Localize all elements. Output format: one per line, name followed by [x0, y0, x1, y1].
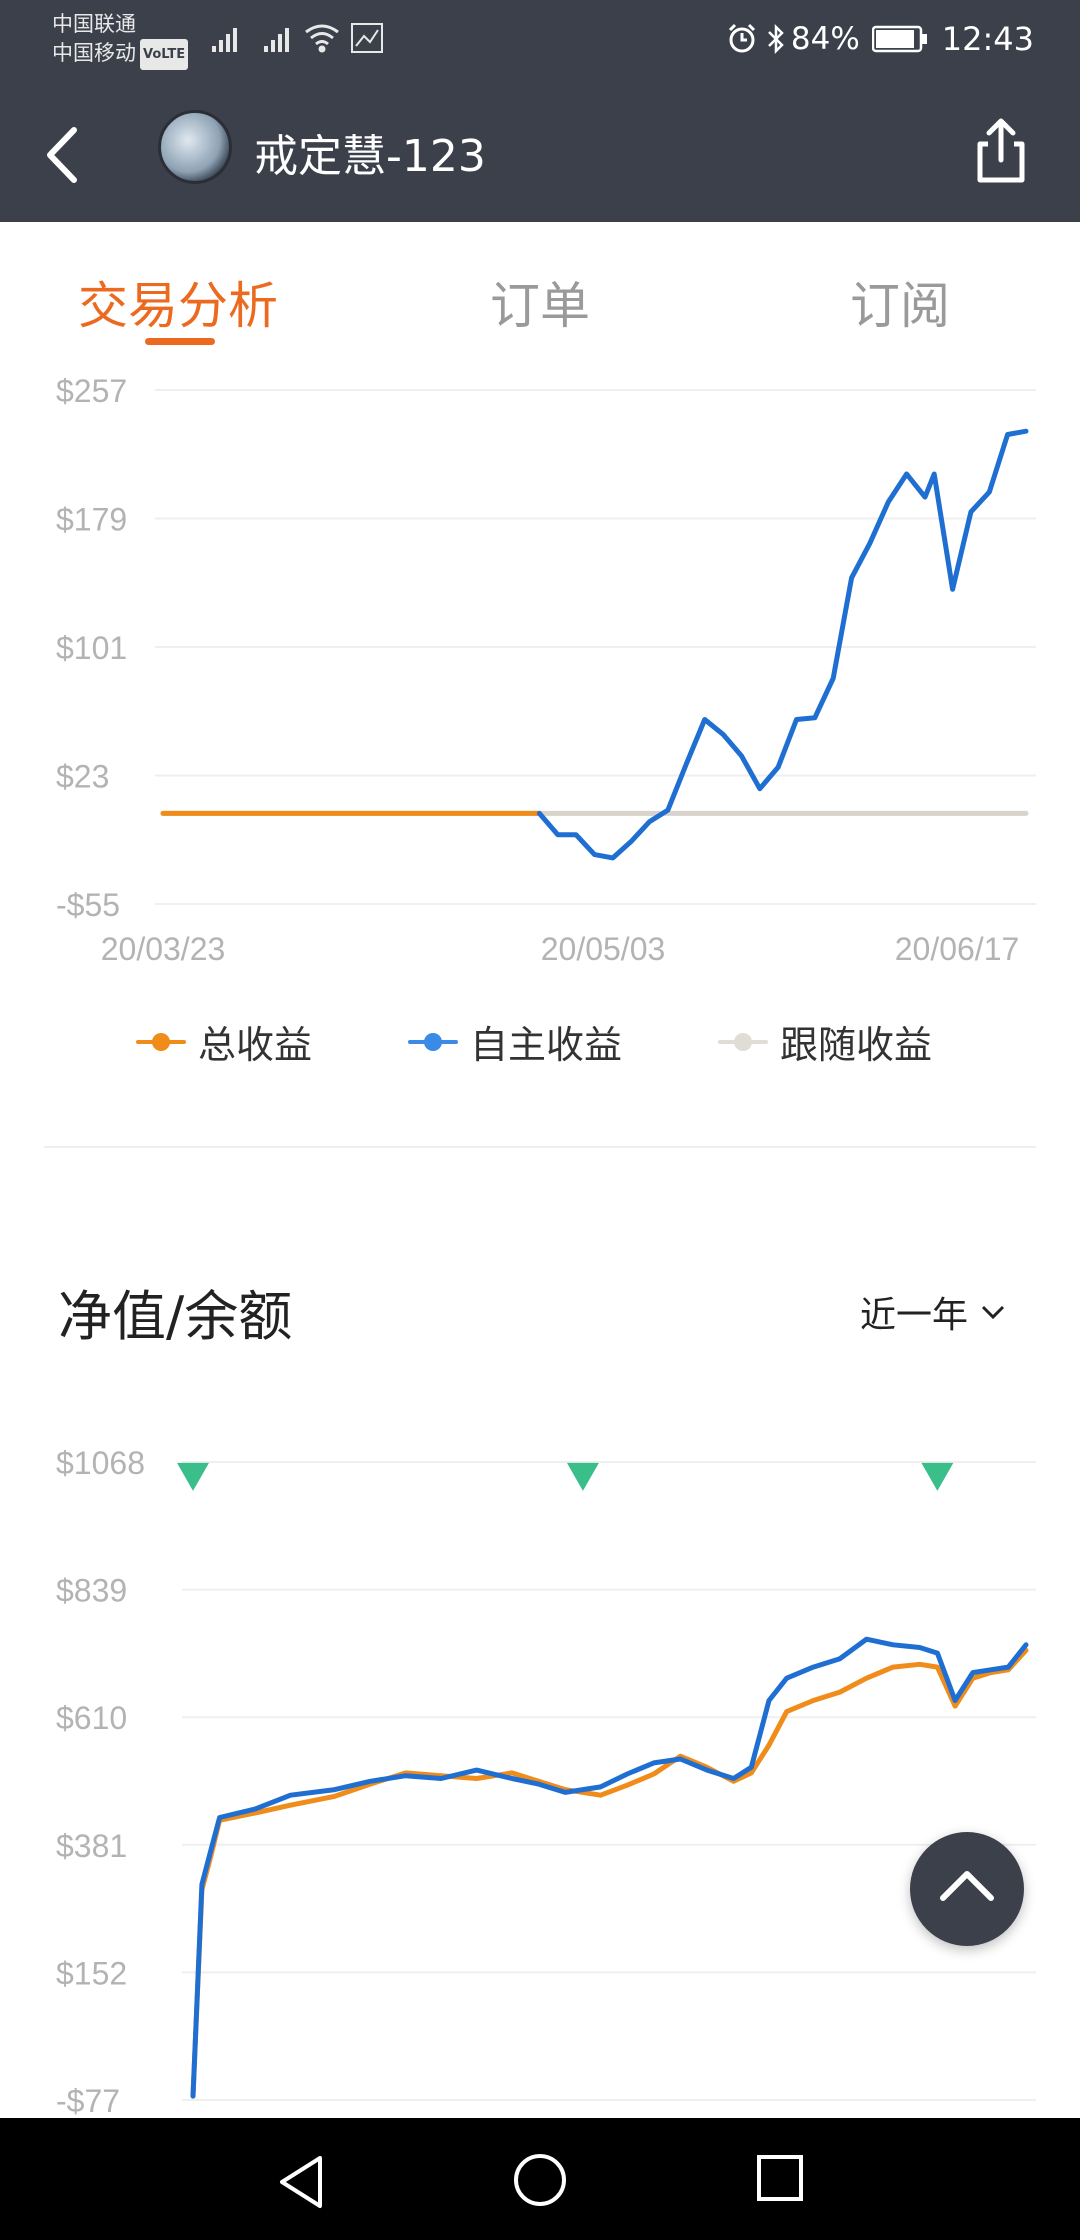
tab-active-indicator [145, 338, 215, 345]
legend-marker-follow [718, 1032, 768, 1052]
page-title: 戒定慧-123 [254, 131, 486, 182]
profit-chart-y-tick-label: $23 [56, 759, 109, 795]
home-circle-icon[interactable] [512, 2152, 568, 2208]
legend-item-self[interactable]: 自主收益 [408, 1014, 622, 1069]
chevron-up-icon [940, 1871, 994, 1901]
volte-badge: VoLTE [140, 39, 189, 70]
profit-chart-y-tick-label: $179 [56, 502, 127, 538]
equity-chart-series-self-line [190, 1636, 1029, 2099]
profit-chart-y-tick-label: $257 [56, 373, 127, 409]
status-icons-left [212, 18, 392, 62]
battery-icon [871, 25, 927, 53]
equity-chart-event-marker [921, 1462, 954, 1491]
carrier-info: 中国联通 中国移动 VoLTE [52, 10, 189, 70]
range-selector-label: 近一年 [860, 1295, 969, 1336]
profit-chart-y-tick-label: -$55 [56, 887, 120, 923]
profit-chart-y-tick-label: $101 [56, 630, 127, 666]
back-arrow-icon[interactable] [38, 120, 88, 190]
legend-label-total: 总收益 [198, 1023, 313, 1067]
profit-chart-x-tick-label: 20/03/23 [101, 931, 226, 967]
equity-chart: $1068 $839 $610 $381 $152 -$77 [56, 1445, 1036, 2118]
tab-bar: 交易分析 订单 订阅 [0, 222, 1080, 362]
legend-label-self: 自主收益 [470, 1023, 623, 1067]
carrier-1: 中国联通 [52, 12, 136, 36]
tab-trade-analysis[interactable]: 交易分析 [78, 266, 278, 338]
chevron-down-icon [981, 1305, 1005, 1320]
avatar[interactable] [158, 110, 232, 184]
network-speed-icon [351, 23, 383, 53]
battery-percent: 84% [790, 21, 860, 57]
legend-label-follow: 跟随收益 [780, 1023, 933, 1067]
profit-chart: $257 $179 $101 $23 -$55 20/03/23 20/05/03 20/06… [56, 373, 1036, 967]
system-navigation-bar [0, 2118, 1080, 2240]
legend-marker-self [408, 1032, 458, 1052]
equity-chart-y-tick-label: $152 [56, 1955, 127, 1991]
equity-chart-y-tick-label: $839 [56, 1573, 127, 1609]
tab-orders[interactable]: 订单 [490, 266, 590, 338]
share-icon[interactable] [970, 116, 1032, 186]
equity-chart-event-marker [177, 1462, 209, 1491]
legend-item-follow[interactable]: 跟随收益 [718, 1014, 932, 1069]
legend-marker-total [136, 1032, 186, 1052]
bluetooth-icon [767, 23, 784, 55]
profit-chart-series-self-line [536, 428, 1029, 861]
clock: 12:43 [941, 20, 1034, 58]
carrier-2: 中国移动 [52, 41, 136, 65]
wifi-icon [305, 24, 339, 53]
equity-chart-event-marker [566, 1462, 599, 1491]
profit-chart-x-tick-label: 20/06/17 [895, 931, 1020, 967]
equity-chart-y-tick-label: $381 [56, 1828, 127, 1864]
signal-icon [212, 28, 237, 52]
equity-chart-y-tick-label: -$77 [56, 2083, 120, 2118]
equity-chart-y-tick-label: $610 [56, 1700, 127, 1736]
app-header: 戒定慧-123 [0, 80, 1080, 222]
back-triangle-icon[interactable] [276, 2154, 326, 2210]
recents-square-icon[interactable] [756, 2154, 804, 2202]
profit-chart-x-tick-label: 20/05/03 [541, 931, 666, 967]
section-divider [44, 1146, 1036, 1148]
chart-legend: 总收益 自主收益 跟随收益 [0, 1014, 1080, 1074]
status-icons-right: 84% 12:43 [725, 20, 1034, 58]
legend-item-total[interactable]: 总收益 [136, 1014, 312, 1069]
tab-subscriptions[interactable]: 订阅 [850, 266, 950, 338]
signal-icon [264, 28, 289, 52]
scroll-to-top-button[interactable] [910, 1832, 1024, 1946]
status-bar: 中国联通 中国移动 VoLTE 84% 12:43 [0, 0, 1080, 80]
equity-chart-y-tick-label: $1068 [56, 1445, 145, 1481]
section-title-equity: 净值/余额 [58, 1285, 293, 1348]
range-selector[interactable]: 近一年 [860, 1286, 1006, 1338]
alarm-icon [728, 23, 755, 53]
